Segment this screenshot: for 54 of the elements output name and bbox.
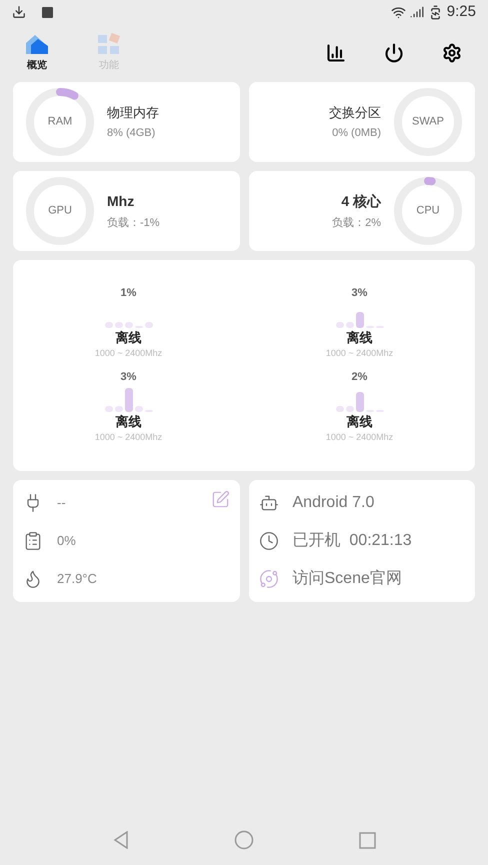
core-frequency: 1000 ~ 2400Mhz <box>94 347 162 360</box>
card-detail: 0% (0MB) <box>332 126 381 141</box>
ring-label: RAM <box>48 116 72 128</box>
android-icon <box>258 493 278 513</box>
settings-icon <box>442 43 462 63</box>
core-status: 离线 <box>346 328 372 346</box>
core-frequency: 1000 ~ 2400Mhz <box>326 347 394 360</box>
card-detail: 负载：-1% <box>107 216 160 231</box>
card-title: Mhz <box>107 192 134 211</box>
clock-icon <box>258 531 278 551</box>
core-load: 3% <box>120 370 136 385</box>
core-load: 1% <box>120 286 136 301</box>
download-icon <box>12 5 26 19</box>
usage-ring <box>25 87 95 157</box>
load-sparkline <box>104 322 152 328</box>
load-sparkline <box>336 392 384 412</box>
core-frequency: 1000 ~ 2400Mhz <box>94 431 162 444</box>
core-status: 离线 <box>116 328 142 346</box>
info-text: Android 7.0 <box>292 493 374 513</box>
recents-icon[interactable] <box>358 832 376 848</box>
core-frequency: 1000 ~ 2400Mhz <box>326 431 394 444</box>
ring-label: CPU <box>416 206 440 216</box>
back-icon[interactable] <box>112 831 128 849</box>
edit-icon <box>210 490 230 509</box>
core-load: 2% <box>352 370 368 385</box>
load-sparkline <box>104 388 152 412</box>
ring-label: GPU <box>48 206 72 216</box>
info-text: 已开机 00:21:13 <box>292 531 412 551</box>
card-detail: 8% (4GB) <box>107 126 156 141</box>
ring-label: SWAP <box>412 116 444 128</box>
card-title: 物理内存 <box>107 104 159 122</box>
bar-chart-icon <box>326 43 346 63</box>
grid-icon <box>97 33 121 55</box>
usage-ring <box>393 176 463 246</box>
info-text: 27.9°C <box>57 570 97 588</box>
wifi-icon <box>390 4 406 20</box>
core-status: 离线 <box>116 412 142 430</box>
info-text[interactable]: 访问Scene官网 <box>292 567 402 591</box>
card-title: 交换分区 <box>329 104 381 122</box>
home-button-icon[interactable] <box>234 830 254 850</box>
load-sparkline <box>336 312 384 328</box>
core-load: 3% <box>352 286 368 301</box>
card-detail: 负载：2% <box>332 216 381 231</box>
status-time: 9:25 <box>446 2 476 22</box>
signal-icon <box>410 5 424 19</box>
nav-tab[interactable]: 概览 <box>20 33 54 73</box>
home-icon <box>23 33 51 55</box>
edit-button[interactable] <box>210 490 230 509</box>
planet-icon <box>258 569 278 589</box>
core-status: 离线 <box>346 412 372 430</box>
info-text: 0% <box>57 532 76 550</box>
card-title: 4 核心 <box>341 192 381 211</box>
power-icon <box>384 43 404 63</box>
info-text: -- <box>57 494 66 512</box>
